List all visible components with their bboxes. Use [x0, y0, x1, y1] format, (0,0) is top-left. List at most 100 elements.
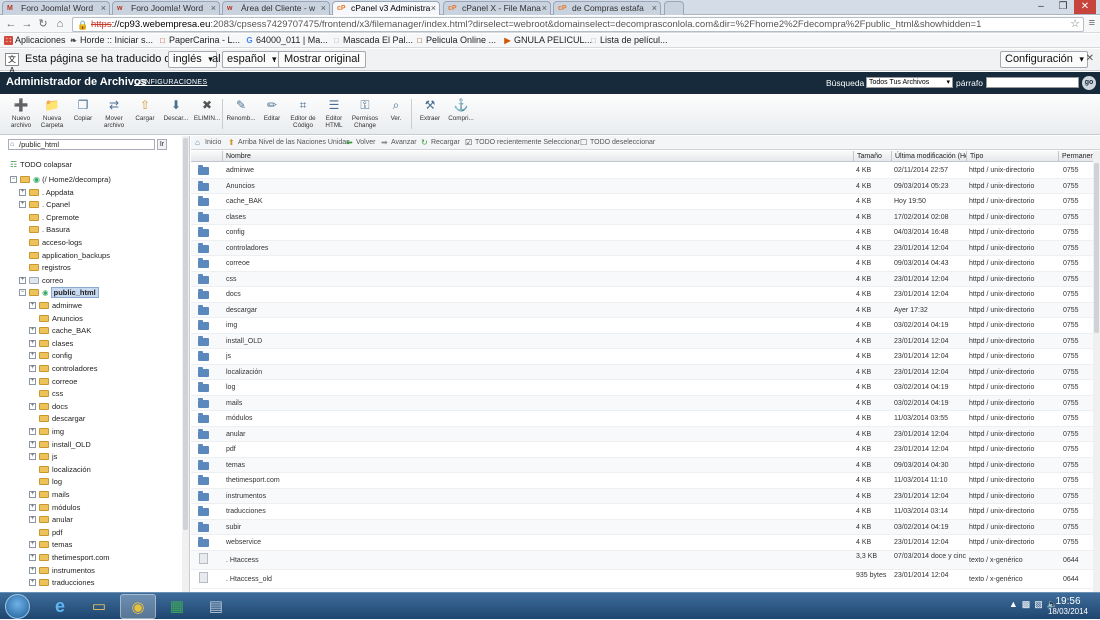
up-level-button[interactable]: ⬆ Arriba Nivel de las Naciones Unidas	[228, 136, 350, 150]
cell-name[interactable]: descargar	[226, 303, 846, 318]
table-row[interactable]: docs 4 KB 23/01/2014 12:04 httpd / unix-dir…	[191, 287, 1093, 303]
expand-toggle-icon[interactable]: +	[29, 339, 36, 347]
tree-node[interactable]: localización	[39, 464, 91, 475]
column-header-type[interactable]: Tipo	[966, 151, 1058, 162]
expand-toggle-icon[interactable]: +	[29, 579, 36, 587]
tab-close-icon[interactable]: ×	[211, 2, 216, 15]
expand-toggle-icon[interactable]: +	[29, 327, 36, 335]
taskbar-chrome-icon[interactable]: ◉	[120, 594, 156, 619]
tree-node[interactable]: + temas	[29, 539, 72, 550]
to-language-select[interactable]: español	[222, 51, 281, 68]
permissions-button[interactable]: ⚿ Permisos Change	[350, 98, 380, 129]
table-row[interactable]: subir 4 KB 03/02/2014 04:19 httpd / unix-di…	[191, 519, 1093, 535]
move-button[interactable]: ⇄ Mover archivo	[99, 98, 129, 129]
expand-toggle-icon[interactable]: +	[29, 553, 36, 561]
bookmark-star-icon[interactable]: ☆	[1070, 17, 1080, 30]
close-translate-icon[interactable]: ✕	[1086, 53, 1094, 64]
bookmark-item[interactable]: □ Mascada El Pal...	[332, 34, 413, 47]
network-icon[interactable]: ▩	[1022, 599, 1035, 609]
tab-close-icon[interactable]: ×	[101, 2, 106, 15]
tree-node[interactable]: Anuncios	[39, 313, 83, 324]
cell-name[interactable]: css	[226, 272, 846, 287]
cell-name[interactable]: clases	[226, 210, 846, 225]
close-window-icon[interactable]: ✕	[1074, 0, 1096, 14]
table-row[interactable]: mails 4 KB 03/02/2014 04:19 httpd / unix-di…	[191, 395, 1093, 411]
reload-button[interactable]: ↻ Recargar	[421, 136, 460, 150]
collapse-toggle-icon[interactable]: −	[10, 176, 17, 183]
cell-name[interactable]: js	[226, 349, 846, 364]
tree-node[interactable]: + cache_BAK	[29, 325, 91, 336]
collapse-all-link[interactable]: ☶ TODO colapsar	[10, 160, 72, 169]
tree-node[interactable]: − ◉ public_html	[19, 287, 99, 299]
search-scope-select[interactable]: Todos Tus Archivos	[866, 77, 953, 88]
tree-node[interactable]: + adminwe	[29, 300, 82, 311]
table-row[interactable]: adminwe 4 KB 02/11/2014 22:57 httpd / unix-…	[191, 163, 1093, 179]
edit-button[interactable]: ✏ Editar	[257, 98, 287, 122]
tree-node[interactable]: + js	[29, 451, 57, 462]
back-arrow-icon[interactable]: ←	[4, 17, 18, 31]
maximize-icon[interactable]: ❐	[1052, 0, 1074, 14]
download-button[interactable]: ⬇ Descar...	[161, 98, 191, 122]
tree-node[interactable]: + anular	[29, 514, 73, 525]
forward-arrow-icon[interactable]: →	[20, 17, 34, 31]
path-go-button[interactable]: Ir	[157, 139, 167, 150]
cell-name[interactable]: docs	[226, 287, 846, 302]
tree-node[interactable]: + mails	[29, 489, 70, 500]
table-row[interactable]: thetimesport.com 4 KB 11/03/2014 11:10 http…	[191, 473, 1093, 489]
compress-button[interactable]: ⚓ Compri...	[446, 98, 476, 122]
insecure-lock-icon[interactable]: 🔒	[77, 19, 88, 31]
code-editor-button[interactable]: ⌗ Editor de Código	[288, 98, 318, 129]
minimize-icon[interactable]: –	[1030, 0, 1052, 14]
expand-toggle-icon[interactable]: +	[19, 201, 26, 209]
browser-tab[interactable]: cP cPanel v3 Administra ×	[332, 1, 440, 15]
taskbar-spreadsheet-icon[interactable]: ▦	[159, 594, 195, 619]
copy-button[interactable]: ❐ Copiar	[68, 98, 98, 122]
tree-node[interactable]: registros	[29, 262, 71, 273]
browser-tab[interactable]: cP de Compras estafa ×	[553, 1, 661, 15]
expand-toggle-icon[interactable]: +	[29, 402, 36, 410]
tree-node[interactable]: + config	[29, 350, 72, 361]
home-button[interactable]: ⌂ Inicio	[195, 136, 221, 150]
tree-node[interactable]: + img	[29, 426, 64, 437]
expand-toggle-icon[interactable]: −	[19, 289, 26, 297]
cell-name[interactable]: instrumentos	[226, 489, 846, 504]
cell-name[interactable]: thetimesport.com	[226, 473, 846, 488]
expand-toggle-icon[interactable]: +	[29, 377, 36, 385]
scrollbar-thumb[interactable]	[183, 138, 188, 530]
column-header-name[interactable]: Nombre	[222, 151, 856, 162]
table-row[interactable]: módulos 4 KB 11/03/2014 03:55 httpd / unix-…	[191, 411, 1093, 427]
expand-toggle-icon[interactable]: +	[29, 453, 36, 461]
expand-toggle-icon[interactable]: +	[29, 516, 36, 524]
tree-node[interactable]: + clases	[29, 338, 73, 349]
deselect-button[interactable]: ☐ TODO deseleccionar	[580, 136, 655, 150]
forward-button[interactable]: ➡ Avanzar	[381, 136, 417, 150]
table-row[interactable]: traducciones 4 KB 11/03/2014 03:14 httpd / …	[191, 504, 1093, 520]
table-row[interactable]: descargar 4 KB Ayer 17:32 httpd / unix-dire…	[191, 302, 1093, 318]
from-language-select[interactable]: inglés	[168, 51, 217, 68]
tree-node[interactable]: + install_OLD	[29, 439, 91, 450]
home-icon[interactable]: ⌂	[53, 17, 67, 31]
search-go-button[interactable]: go	[1082, 76, 1096, 90]
tree-node[interactable]: + instrumentos	[29, 565, 95, 576]
tree-node[interactable]: + correo	[19, 275, 63, 286]
cell-name[interactable]: adminwe	[226, 163, 846, 178]
cell-name[interactable]: config	[226, 225, 846, 240]
bookmark-item[interactable]: ∷ Aplicaciones	[4, 34, 66, 47]
table-row[interactable]: cache_BAK 4 KB Hoy 19:50 httpd / unix-direc…	[191, 194, 1093, 210]
new-folder-button[interactable]: 📁 Nueva Carpeta	[37, 98, 67, 129]
column-header-size[interactable]: Tamaño	[853, 151, 891, 162]
tree-node[interactable]: . Cpremote	[29, 212, 79, 223]
bookmark-item[interactable]: □ Lista de películ...	[589, 34, 667, 47]
tab-close-icon[interactable]: ×	[431, 2, 436, 15]
expand-toggle-icon[interactable]: +	[29, 440, 36, 448]
tree-node[interactable]: acceso-logs	[29, 237, 82, 248]
table-row[interactable]: . Htaccess_old 935 bytes 23/01/2014 12:04 t…	[191, 570, 1093, 589]
delete-button[interactable]: ✖ ELIMIN...	[192, 98, 222, 122]
table-row[interactable]: . Htaccess 3,3 KB 07/03/2014 doce y cincue…	[191, 550, 1093, 570]
tree-node[interactable]: + . Cpanel	[19, 199, 70, 210]
tree-node[interactable]: + módulos	[29, 502, 80, 513]
view-button[interactable]: ⌕ Ver.	[381, 98, 411, 122]
table-row[interactable]: log 4 KB 03/02/2014 04:19 httpd / unix-dire…	[191, 380, 1093, 396]
cell-name[interactable]: log	[226, 380, 846, 395]
expand-toggle-icon[interactable]: +	[29, 566, 36, 574]
